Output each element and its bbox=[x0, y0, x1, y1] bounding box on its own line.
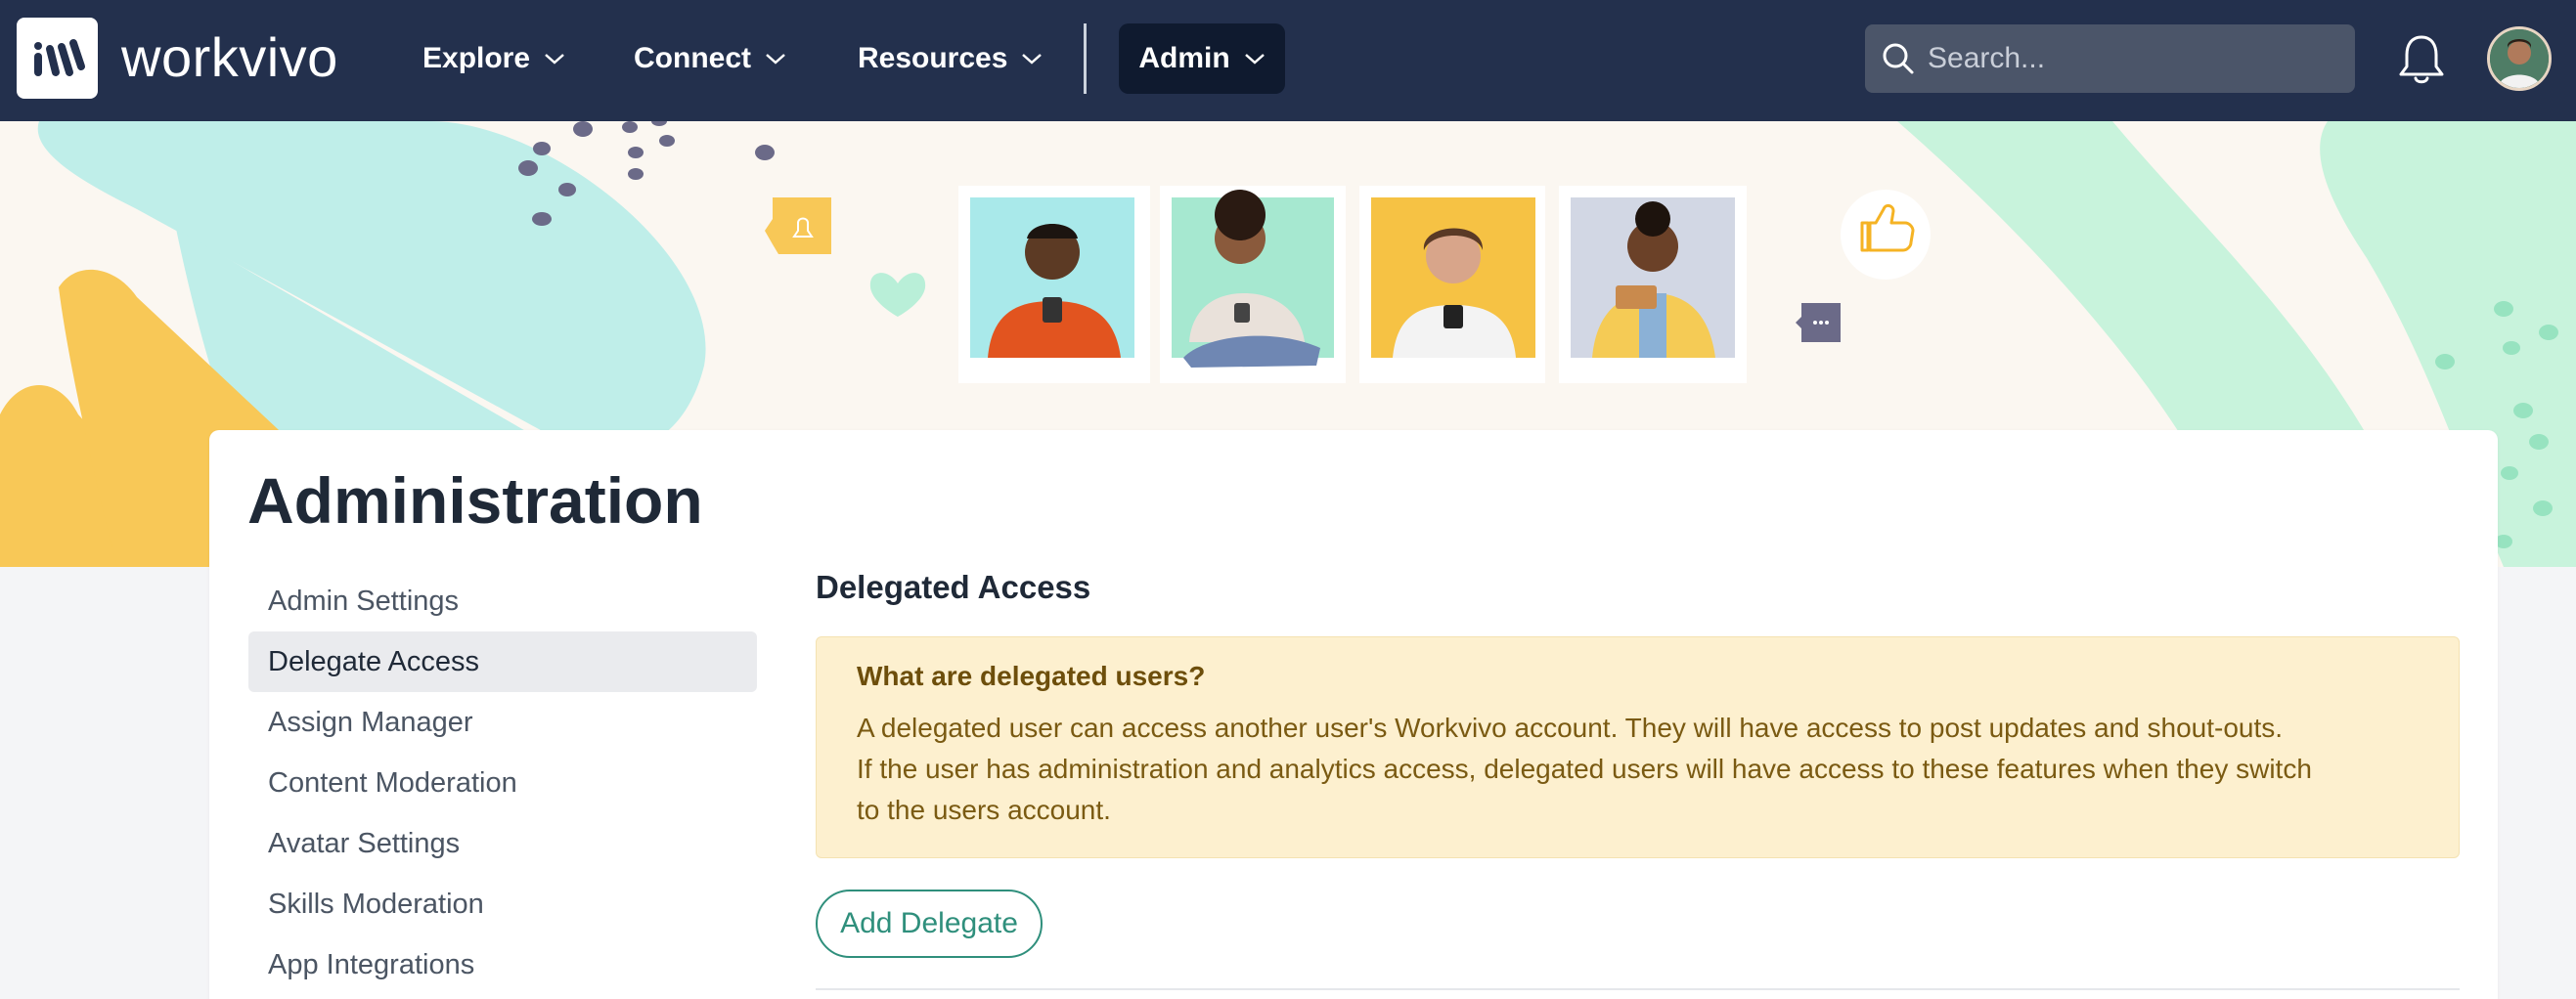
info-title: What are delegated users? bbox=[857, 661, 1206, 691]
sidebar-item-label: Avatar Settings bbox=[268, 827, 461, 859]
section-divider bbox=[816, 988, 2460, 990]
info-text-line: to the users account. bbox=[857, 795, 1111, 825]
sidebar-item-label: Content Moderation bbox=[268, 766, 517, 799]
sidebar-item-delegate-access[interactable]: Delegate Access bbox=[248, 631, 757, 692]
chevron-down-icon bbox=[1022, 54, 1043, 65]
sidebar-item-assign-manager[interactable]: Assign Manager bbox=[248, 692, 757, 753]
sidebar-item-label: Assign Manager bbox=[268, 706, 473, 738]
nav-connect[interactable]: Connect bbox=[634, 37, 786, 80]
chevron-down-icon bbox=[545, 54, 564, 65]
sidebar-item-label: Admin Settings bbox=[268, 585, 460, 617]
nav-resources-label: Resources bbox=[858, 42, 1008, 74]
nav-explore-label: Explore bbox=[422, 42, 531, 74]
sidebar-item-label: Delegate Access bbox=[268, 645, 480, 677]
sidebar-item-avatar-settings[interactable]: Avatar Settings bbox=[248, 813, 757, 874]
sidebar-item-label: App Integrations bbox=[268, 948, 475, 980]
nav-connect-label: Connect bbox=[634, 42, 751, 74]
sidebar-item-label: Skills Moderation bbox=[268, 888, 484, 920]
search-input[interactable] bbox=[1928, 42, 2338, 75]
sidebar-item-admin-settings[interactable]: Admin Settings bbox=[248, 571, 757, 631]
search-icon bbox=[1883, 43, 1914, 74]
info-text-line: If the user has administration and analy… bbox=[857, 754, 2312, 784]
nav-divider bbox=[1084, 23, 1087, 94]
top-navigation-bar: workvivo Explore Connect Resources Admin bbox=[0, 0, 2576, 121]
chevron-down-icon bbox=[1244, 54, 1265, 65]
sidebar-item-app-integrations[interactable]: App Integrations bbox=[248, 934, 757, 995]
brand-name[interactable]: workvivo bbox=[121, 25, 338, 89]
page-title: Administration bbox=[247, 464, 703, 537]
workvivo-logo-icon[interactable] bbox=[17, 18, 98, 99]
nav-explore[interactable]: Explore bbox=[422, 37, 565, 80]
info-text-line: A delegated user can access another user… bbox=[857, 713, 2284, 743]
notifications-bell-icon[interactable] bbox=[2396, 31, 2447, 86]
nav-resources[interactable]: Resources bbox=[858, 37, 1043, 80]
chevron-down-icon bbox=[766, 54, 785, 65]
admin-label: Admin bbox=[1138, 42, 1230, 74]
section-title: Delegated Access bbox=[816, 569, 1091, 605]
search-bar[interactable] bbox=[1865, 24, 2355, 93]
admin-menu-button[interactable]: Admin bbox=[1119, 23, 1285, 94]
sidebar-item-content-moderation[interactable]: Content Moderation bbox=[248, 753, 757, 813]
sidebar-item-skills-moderation[interactable]: Skills Moderation bbox=[248, 874, 757, 934]
user-avatar[interactable] bbox=[2487, 26, 2552, 91]
info-callout: What are delegated users? A delegated us… bbox=[816, 636, 2460, 858]
add-delegate-button[interactable]: Add Delegate bbox=[816, 890, 1043, 958]
